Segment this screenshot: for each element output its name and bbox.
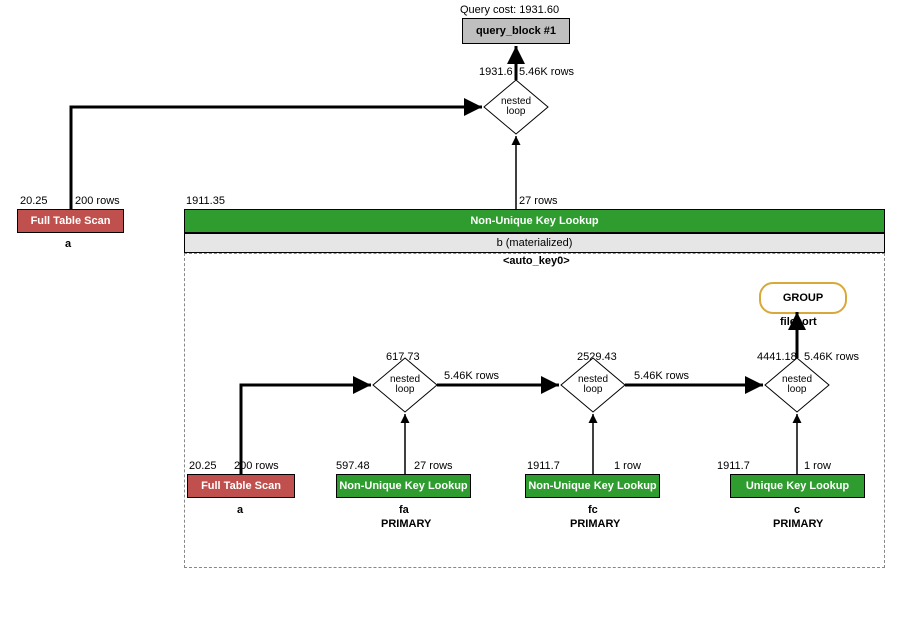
sub-scan-cost: 20.25 xyxy=(189,460,217,472)
fa-table: fa xyxy=(399,504,409,516)
sub-scan-node: Full Table Scan xyxy=(187,474,295,498)
left-scan-rows: 200 rows xyxy=(75,195,120,207)
left-scan-cost: 20.25 xyxy=(20,195,48,207)
group-sort: filesort xyxy=(780,316,817,328)
svg-text:nested: nested xyxy=(501,96,531,107)
c-key: PRIMARY xyxy=(773,518,823,530)
fa-key: PRIMARY xyxy=(381,518,431,530)
left-scan-table: a xyxy=(65,238,71,250)
nl3-rows: 5.46K rows xyxy=(804,351,859,363)
nl3-cost: 4441.18 xyxy=(757,351,797,363)
right-lookup-cost: 1911.35 xyxy=(186,195,225,207)
query-cost-label: Query cost: 1931.60 xyxy=(460,4,559,16)
materialized-table: b (materialized) xyxy=(184,233,885,253)
right-lookup-node: Non-Unique Key Lookup xyxy=(184,209,885,233)
nl1-cost: 617.73 xyxy=(386,351,420,363)
svg-text:loop: loop xyxy=(507,106,526,117)
edge-nl2-nl3: 5.46K rows xyxy=(634,370,689,382)
fc-cost: 1911.7 xyxy=(527,460,560,472)
nl2-cost: 2529.43 xyxy=(577,351,617,363)
nl-top-cost: 1931.6 xyxy=(479,66,513,78)
right-lookup-rows: 27 rows xyxy=(519,195,558,207)
c-table: c xyxy=(794,504,800,516)
sub-scan-rows: 200 rows xyxy=(234,460,279,472)
fc-table: fc xyxy=(588,504,598,516)
c-node: Unique Key Lookup xyxy=(730,474,865,498)
query-block-node: query_block #1 xyxy=(462,18,570,44)
left-scan-node: Full Table Scan xyxy=(17,209,124,233)
sub-scan-table: a xyxy=(237,504,243,516)
group-node: GROUP xyxy=(759,282,847,314)
c-rows: 1 row xyxy=(804,460,831,472)
fa-rows: 27 rows xyxy=(414,460,453,472)
nl-top-rows: 5.46K rows xyxy=(519,66,574,78)
edge-nl1-nl2: 5.46K rows xyxy=(444,370,499,382)
fc-node: Non-Unique Key Lookup xyxy=(525,474,660,498)
fc-key: PRIMARY xyxy=(570,518,620,530)
c-cost: 1911.7 xyxy=(717,460,750,472)
nested-loop-top: nested loop xyxy=(484,80,548,134)
fc-rows: 1 row xyxy=(614,460,641,472)
query-plan-diagram: Query cost: 1931.60 query_block #1 1931.… xyxy=(0,0,904,618)
fa-node: Non-Unique Key Lookup xyxy=(336,474,471,498)
fa-cost: 597.48 xyxy=(336,460,370,472)
